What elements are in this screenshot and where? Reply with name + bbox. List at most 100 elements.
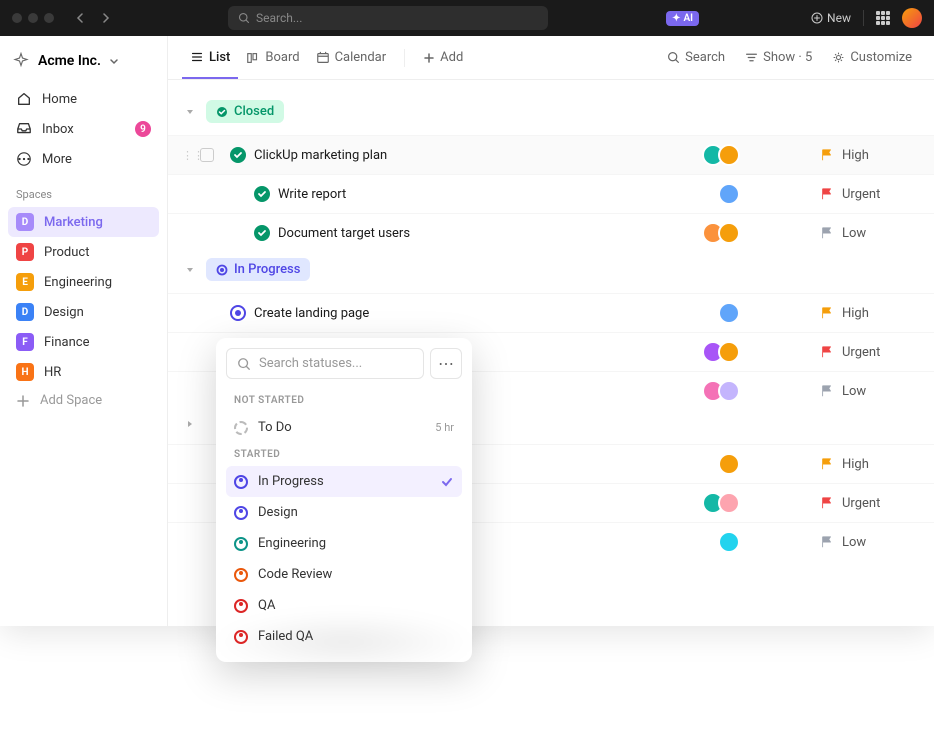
status-done-icon[interactable] (230, 147, 246, 163)
view-toolbar: ListBoardCalendar Add Search Show · 5 Cu… (168, 36, 934, 80)
flag-icon (820, 535, 834, 549)
user-avatar[interactable] (902, 8, 922, 28)
assignee-avatar[interactable] (718, 183, 740, 205)
group-status-pill[interactable]: Closed (206, 100, 284, 123)
priority-cell[interactable]: Urgent (820, 187, 920, 202)
assignee-avatar[interactable] (718, 492, 740, 514)
ai-button[interactable]: ✦ AI (666, 11, 699, 26)
nav-inbox[interactable]: Inbox9 (8, 114, 159, 144)
task-name: Document target users (278, 226, 410, 241)
spaces-heading: Spaces (8, 174, 159, 207)
toolbar-search[interactable]: Search (659, 44, 733, 71)
priority-cell[interactable]: Low (820, 226, 920, 241)
flag-icon (820, 187, 834, 201)
window-controls[interactable] (12, 13, 54, 23)
status-search-input[interactable]: Search statuses... (226, 348, 424, 379)
forward-button[interactable] (94, 7, 116, 29)
assignee-avatar[interactable] (718, 144, 740, 166)
assignee-avatar[interactable] (718, 302, 740, 324)
task-row[interactable]: ⋮⋮Create landing pageHigh (168, 293, 934, 332)
priority-cell[interactable]: High (820, 148, 920, 163)
status-circle-icon (234, 568, 248, 582)
task-name: ClickUp marketing plan (254, 148, 387, 163)
assignee-avatar[interactable] (718, 453, 740, 475)
flag-icon (820, 496, 834, 510)
status-circle-icon (234, 537, 248, 551)
nav-home[interactable]: Home (8, 84, 159, 114)
group-toggle[interactable] (182, 262, 198, 278)
view-tab-list[interactable]: List (182, 38, 238, 79)
status-done-icon[interactable] (254, 225, 270, 241)
space-finance[interactable]: FFinance (8, 327, 159, 357)
status-option[interactable]: QA (226, 590, 462, 621)
flag-icon (820, 226, 834, 240)
home-icon (16, 91, 32, 107)
space-marketing[interactable]: DMarketing (8, 207, 159, 237)
assignee-avatar[interactable] (718, 531, 740, 553)
flag-icon (820, 306, 834, 320)
priority-cell[interactable]: High (820, 457, 920, 472)
back-button[interactable] (70, 7, 92, 29)
nav-more[interactable]: More (8, 144, 159, 174)
new-button[interactable]: New (811, 11, 851, 25)
view-tab-calendar[interactable]: Calendar (308, 38, 395, 78)
search-placeholder: Search... (256, 11, 302, 25)
priority-cell[interactable]: Urgent (820, 496, 920, 511)
inbox-icon (16, 121, 32, 137)
status-circle-icon (234, 421, 248, 435)
task-name: Create landing page (254, 306, 369, 321)
chevron-down-icon (109, 56, 119, 66)
workspace-switcher[interactable]: Acme Inc. (8, 46, 159, 84)
popover-section-label: NOT STARTED (226, 389, 462, 412)
toolbar-customize[interactable]: Customize (824, 44, 920, 71)
task-checkbox[interactable] (200, 148, 214, 162)
list-icon (190, 50, 204, 64)
flag-icon (820, 384, 834, 398)
drag-handle[interactable]: ⋮⋮ (182, 149, 192, 162)
status-option[interactable]: Engineering (226, 528, 462, 559)
task-row[interactable]: ⋮⋮Document target usersLow (168, 213, 934, 252)
board-icon (246, 51, 260, 65)
status-more-button[interactable]: ⋯ (430, 348, 462, 379)
status-option[interactable]: In Progress (226, 466, 462, 497)
status-option[interactable]: To Do5 hr (226, 412, 462, 443)
priority-cell[interactable]: Low (820, 384, 920, 399)
titlebar: Search... ✦ AI New (0, 0, 934, 36)
view-tab-board[interactable]: Board (238, 38, 307, 78)
assignee-avatar[interactable] (718, 341, 740, 363)
add-space-button[interactable]: Add Space (8, 387, 159, 414)
task-row[interactable]: ⋮⋮ ClickUp marketing plan High (168, 135, 934, 174)
priority-cell[interactable]: High (820, 306, 920, 321)
priority-cell[interactable]: Urgent (820, 345, 920, 360)
status-option[interactable]: Failed QA (226, 621, 462, 652)
group-toggle[interactable] (182, 416, 198, 432)
sidebar: Acme Inc. HomeInbox9More Spaces DMarketi… (0, 36, 168, 626)
workspace-logo-icon (12, 52, 30, 70)
space-design[interactable]: DDesign (8, 297, 159, 327)
toolbar-show[interactable]: Show · 5 (737, 44, 820, 71)
status-option[interactable]: Design (226, 497, 462, 528)
flag-icon (820, 457, 834, 471)
search-icon (238, 12, 250, 24)
priority-cell[interactable]: Low (820, 535, 920, 550)
group-status-pill[interactable]: In Progress (206, 258, 310, 281)
assignee-avatar[interactable] (718, 380, 740, 402)
global-search[interactable]: Search... (228, 6, 548, 30)
space-engineering[interactable]: EEngineering (8, 267, 159, 297)
status-circle-icon (234, 475, 248, 489)
popover-section-label: STARTED (226, 443, 462, 466)
group-toggle[interactable] (182, 104, 198, 120)
status-circle-icon (234, 599, 248, 613)
task-row[interactable]: ⋮⋮Write reportUrgent (168, 174, 934, 213)
status-done-icon[interactable] (254, 186, 270, 202)
add-view-button[interactable]: Add (415, 38, 471, 77)
flag-icon (820, 345, 834, 359)
apps-icon[interactable] (876, 11, 890, 25)
assignee-avatar[interactable] (718, 222, 740, 244)
space-hr[interactable]: HHR (8, 357, 159, 387)
plus-icon (423, 52, 435, 64)
status-option[interactable]: Code Review (226, 559, 462, 590)
status-progress-icon[interactable] (230, 305, 246, 321)
space-product[interactable]: PProduct (8, 237, 159, 267)
status-popover: Search statuses... ⋯ NOT STARTEDTo Do5 h… (216, 338, 472, 662)
